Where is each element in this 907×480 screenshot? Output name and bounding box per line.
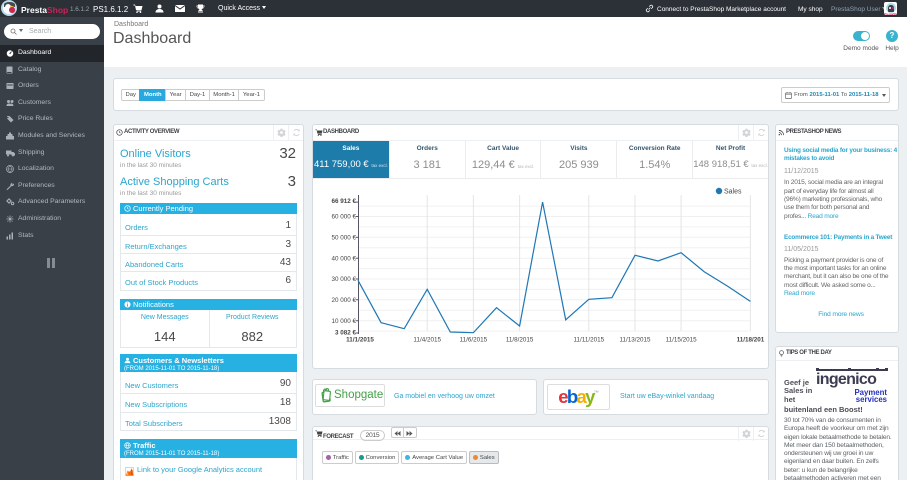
svg-text:11/6/2015: 11/6/2015 (460, 337, 488, 344)
svg-text:60 000 €: 60 000 € (331, 214, 356, 221)
svg-text:Sales: Sales (724, 189, 742, 196)
svg-text:11/18/201: 11/18/201 (737, 337, 765, 344)
svg-text:20 000 €: 20 000 € (331, 297, 356, 304)
svg-text:30 000 €: 30 000 € (331, 276, 356, 283)
svg-text:50 000 €: 50 000 € (331, 235, 356, 242)
svg-text:11/1/2015: 11/1/2015 (346, 337, 374, 344)
svg-text:11/11/2015: 11/11/2015 (574, 337, 605, 344)
svg-text:3 082 €: 3 082 € (335, 330, 357, 337)
svg-text:10 000 €: 10 000 € (331, 318, 356, 325)
svg-text:11/15/2015: 11/15/2015 (666, 337, 698, 344)
svg-text:11/8/2015: 11/8/2015 (506, 337, 534, 344)
svg-text:40 000 €: 40 000 € (331, 255, 356, 262)
svg-text:11/13/2015: 11/13/2015 (619, 337, 651, 344)
svg-text:11/4/2015: 11/4/2015 (413, 337, 441, 344)
svg-text:66 912 €: 66 912 € (331, 198, 356, 205)
